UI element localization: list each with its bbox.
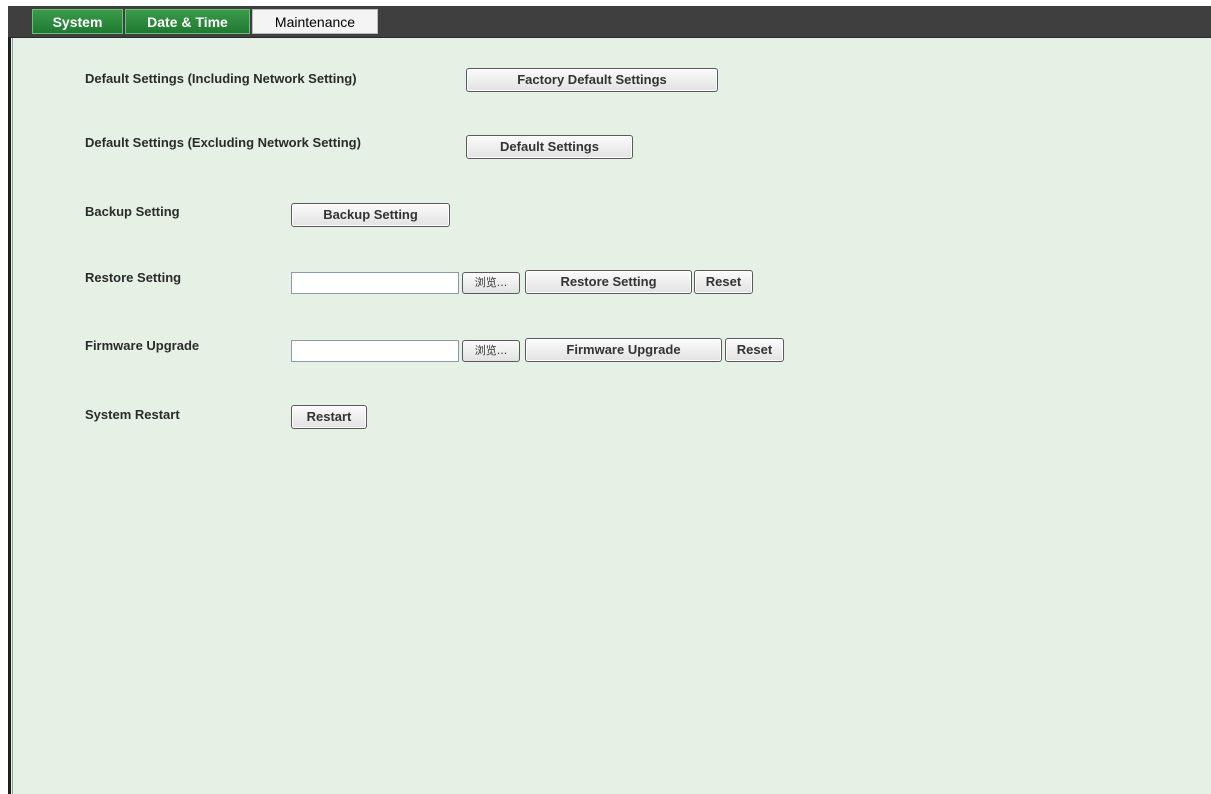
maintenance-page: System Date & Time Maintenance Default S… xyxy=(0,0,1211,794)
restore-file-input[interactable] xyxy=(291,272,459,294)
panel-border xyxy=(12,38,13,794)
factory-default-label: Default Settings (Including Network Sett… xyxy=(85,71,357,86)
maintenance-panel: Default Settings (Including Network Sett… xyxy=(8,37,1211,794)
tab-bar: System Date & Time Maintenance xyxy=(8,6,1211,37)
restart-button[interactable]: Restart xyxy=(291,405,367,429)
restore-setting-button[interactable]: Restore Setting xyxy=(525,270,692,294)
tab-date-time[interactable]: Date & Time xyxy=(125,9,250,34)
restore-setting-label: Restore Setting xyxy=(85,270,182,285)
firmware-file-input[interactable] xyxy=(291,340,459,362)
firmware-upgrade-label: Firmware Upgrade xyxy=(85,338,200,353)
firmware-reset-button[interactable]: Reset xyxy=(725,338,784,362)
restore-reset-button[interactable]: Reset xyxy=(694,270,753,294)
firmware-upgrade-button[interactable]: Firmware Upgrade xyxy=(525,338,722,362)
backup-setting-button[interactable]: Backup Setting xyxy=(291,203,450,227)
factory-default-button[interactable]: Factory Default Settings xyxy=(466,68,718,92)
firmware-browse-button[interactable]: 浏览... xyxy=(462,340,520,362)
tab-maintenance[interactable]: Maintenance xyxy=(252,9,378,34)
backup-setting-label: Backup Setting xyxy=(85,204,180,219)
default-settings-button[interactable]: Default Settings xyxy=(466,135,633,159)
restore-browse-button[interactable]: 浏览... xyxy=(462,272,520,294)
system-restart-label: System Restart xyxy=(85,407,180,422)
tab-system[interactable]: System xyxy=(32,9,123,34)
default-settings-label: Default Settings (Excluding Network Sett… xyxy=(85,135,361,150)
